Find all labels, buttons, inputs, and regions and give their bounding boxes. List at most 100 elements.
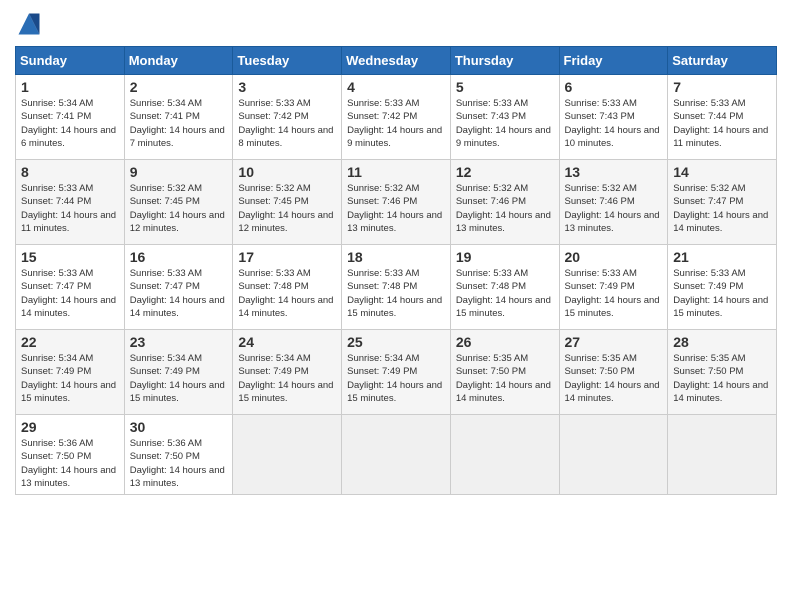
day-number: 30 [130, 419, 228, 435]
day-info: Sunrise: 5:35 AM Sunset: 7:50 PM Dayligh… [565, 352, 663, 405]
calendar-week-row: 15 Sunrise: 5:33 AM Sunset: 7:47 PM Dayl… [16, 245, 777, 330]
day-info: Sunrise: 5:33 AM Sunset: 7:43 PM Dayligh… [456, 97, 554, 150]
day-info: Sunrise: 5:32 AM Sunset: 7:47 PM Dayligh… [673, 182, 771, 235]
calendar-day-cell: 26 Sunrise: 5:35 AM Sunset: 7:50 PM Dayl… [450, 330, 559, 415]
calendar-day-cell: 2 Sunrise: 5:34 AM Sunset: 7:41 PM Dayli… [124, 75, 233, 160]
calendar-day-cell: 14 Sunrise: 5:32 AM Sunset: 7:47 PM Dayl… [668, 160, 777, 245]
calendar-day-cell [233, 415, 342, 495]
calendar-day-cell: 9 Sunrise: 5:32 AM Sunset: 7:45 PM Dayli… [124, 160, 233, 245]
calendar-day-cell: 7 Sunrise: 5:33 AM Sunset: 7:44 PM Dayli… [668, 75, 777, 160]
calendar-day-cell: 15 Sunrise: 5:33 AM Sunset: 7:47 PM Dayl… [16, 245, 125, 330]
day-number: 18 [347, 249, 445, 265]
day-info: Sunrise: 5:33 AM Sunset: 7:43 PM Dayligh… [565, 97, 663, 150]
day-header-monday: Monday [124, 47, 233, 75]
calendar-day-cell: 16 Sunrise: 5:33 AM Sunset: 7:47 PM Dayl… [124, 245, 233, 330]
calendar-day-cell [450, 415, 559, 495]
day-number: 7 [673, 79, 771, 95]
day-header-saturday: Saturday [668, 47, 777, 75]
calendar-day-cell: 22 Sunrise: 5:34 AM Sunset: 7:49 PM Dayl… [16, 330, 125, 415]
day-info: Sunrise: 5:34 AM Sunset: 7:49 PM Dayligh… [238, 352, 336, 405]
day-info: Sunrise: 5:33 AM Sunset: 7:47 PM Dayligh… [21, 267, 119, 320]
day-info: Sunrise: 5:33 AM Sunset: 7:48 PM Dayligh… [238, 267, 336, 320]
day-number: 21 [673, 249, 771, 265]
day-info: Sunrise: 5:32 AM Sunset: 7:46 PM Dayligh… [565, 182, 663, 235]
calendar-day-cell: 1 Sunrise: 5:34 AM Sunset: 7:41 PM Dayli… [16, 75, 125, 160]
day-info: Sunrise: 5:34 AM Sunset: 7:41 PM Dayligh… [21, 97, 119, 150]
day-info: Sunrise: 5:33 AM Sunset: 7:42 PM Dayligh… [347, 97, 445, 150]
day-info: Sunrise: 5:35 AM Sunset: 7:50 PM Dayligh… [456, 352, 554, 405]
calendar-day-cell: 5 Sunrise: 5:33 AM Sunset: 7:43 PM Dayli… [450, 75, 559, 160]
day-number: 13 [565, 164, 663, 180]
calendar-table: SundayMondayTuesdayWednesdayThursdayFrid… [15, 46, 777, 495]
day-number: 16 [130, 249, 228, 265]
calendar-day-cell: 11 Sunrise: 5:32 AM Sunset: 7:46 PM Dayl… [342, 160, 451, 245]
day-number: 5 [456, 79, 554, 95]
page-header [15, 10, 777, 38]
day-number: 2 [130, 79, 228, 95]
calendar-day-cell: 24 Sunrise: 5:34 AM Sunset: 7:49 PM Dayl… [233, 330, 342, 415]
day-info: Sunrise: 5:34 AM Sunset: 7:41 PM Dayligh… [130, 97, 228, 150]
day-number: 15 [21, 249, 119, 265]
day-header-tuesday: Tuesday [233, 47, 342, 75]
day-info: Sunrise: 5:34 AM Sunset: 7:49 PM Dayligh… [21, 352, 119, 405]
calendar-header-row: SundayMondayTuesdayWednesdayThursdayFrid… [16, 47, 777, 75]
calendar-week-row: 29 Sunrise: 5:36 AM Sunset: 7:50 PM Dayl… [16, 415, 777, 495]
day-info: Sunrise: 5:33 AM Sunset: 7:49 PM Dayligh… [565, 267, 663, 320]
day-header-sunday: Sunday [16, 47, 125, 75]
calendar-day-cell: 30 Sunrise: 5:36 AM Sunset: 7:50 PM Dayl… [124, 415, 233, 495]
day-number: 4 [347, 79, 445, 95]
calendar-day-cell: 27 Sunrise: 5:35 AM Sunset: 7:50 PM Dayl… [559, 330, 668, 415]
calendar-day-cell: 12 Sunrise: 5:32 AM Sunset: 7:46 PM Dayl… [450, 160, 559, 245]
day-number: 9 [130, 164, 228, 180]
day-info: Sunrise: 5:36 AM Sunset: 7:50 PM Dayligh… [21, 437, 119, 490]
calendar-day-cell: 17 Sunrise: 5:33 AM Sunset: 7:48 PM Dayl… [233, 245, 342, 330]
day-info: Sunrise: 5:33 AM Sunset: 7:49 PM Dayligh… [673, 267, 771, 320]
day-info: Sunrise: 5:34 AM Sunset: 7:49 PM Dayligh… [130, 352, 228, 405]
calendar-day-cell: 4 Sunrise: 5:33 AM Sunset: 7:42 PM Dayli… [342, 75, 451, 160]
day-info: Sunrise: 5:32 AM Sunset: 7:46 PM Dayligh… [456, 182, 554, 235]
day-header-friday: Friday [559, 47, 668, 75]
calendar-day-cell: 3 Sunrise: 5:33 AM Sunset: 7:42 PM Dayli… [233, 75, 342, 160]
day-number: 17 [238, 249, 336, 265]
day-header-wednesday: Wednesday [342, 47, 451, 75]
day-number: 23 [130, 334, 228, 350]
calendar-day-cell: 23 Sunrise: 5:34 AM Sunset: 7:49 PM Dayl… [124, 330, 233, 415]
calendar-day-cell: 25 Sunrise: 5:34 AM Sunset: 7:49 PM Dayl… [342, 330, 451, 415]
calendar-day-cell: 21 Sunrise: 5:33 AM Sunset: 7:49 PM Dayl… [668, 245, 777, 330]
day-number: 14 [673, 164, 771, 180]
calendar-day-cell: 20 Sunrise: 5:33 AM Sunset: 7:49 PM Dayl… [559, 245, 668, 330]
day-info: Sunrise: 5:33 AM Sunset: 7:48 PM Dayligh… [456, 267, 554, 320]
calendar-day-cell: 6 Sunrise: 5:33 AM Sunset: 7:43 PM Dayli… [559, 75, 668, 160]
day-info: Sunrise: 5:32 AM Sunset: 7:45 PM Dayligh… [130, 182, 228, 235]
day-info: Sunrise: 5:33 AM Sunset: 7:44 PM Dayligh… [21, 182, 119, 235]
day-number: 26 [456, 334, 554, 350]
calendar-day-cell: 18 Sunrise: 5:33 AM Sunset: 7:48 PM Dayl… [342, 245, 451, 330]
day-number: 12 [456, 164, 554, 180]
day-info: Sunrise: 5:34 AM Sunset: 7:49 PM Dayligh… [347, 352, 445, 405]
day-info: Sunrise: 5:32 AM Sunset: 7:46 PM Dayligh… [347, 182, 445, 235]
day-number: 11 [347, 164, 445, 180]
day-number: 28 [673, 334, 771, 350]
calendar-day-cell: 10 Sunrise: 5:32 AM Sunset: 7:45 PM Dayl… [233, 160, 342, 245]
calendar-day-cell [342, 415, 451, 495]
day-number: 8 [21, 164, 119, 180]
calendar-day-cell: 29 Sunrise: 5:36 AM Sunset: 7:50 PM Dayl… [16, 415, 125, 495]
day-info: Sunrise: 5:33 AM Sunset: 7:48 PM Dayligh… [347, 267, 445, 320]
day-number: 1 [21, 79, 119, 95]
day-info: Sunrise: 5:33 AM Sunset: 7:44 PM Dayligh… [673, 97, 771, 150]
calendar-week-row: 1 Sunrise: 5:34 AM Sunset: 7:41 PM Dayli… [16, 75, 777, 160]
calendar-week-row: 8 Sunrise: 5:33 AM Sunset: 7:44 PM Dayli… [16, 160, 777, 245]
day-info: Sunrise: 5:32 AM Sunset: 7:45 PM Dayligh… [238, 182, 336, 235]
calendar-day-cell: 28 Sunrise: 5:35 AM Sunset: 7:50 PM Dayl… [668, 330, 777, 415]
day-info: Sunrise: 5:33 AM Sunset: 7:42 PM Dayligh… [238, 97, 336, 150]
calendar-day-cell: 13 Sunrise: 5:32 AM Sunset: 7:46 PM Dayl… [559, 160, 668, 245]
calendar-week-row: 22 Sunrise: 5:34 AM Sunset: 7:49 PM Dayl… [16, 330, 777, 415]
day-number: 20 [565, 249, 663, 265]
day-number: 22 [21, 334, 119, 350]
day-number: 27 [565, 334, 663, 350]
day-number: 25 [347, 334, 445, 350]
calendar-day-cell: 19 Sunrise: 5:33 AM Sunset: 7:48 PM Dayl… [450, 245, 559, 330]
day-number: 3 [238, 79, 336, 95]
calendar-day-cell: 8 Sunrise: 5:33 AM Sunset: 7:44 PM Dayli… [16, 160, 125, 245]
logo [15, 10, 47, 38]
